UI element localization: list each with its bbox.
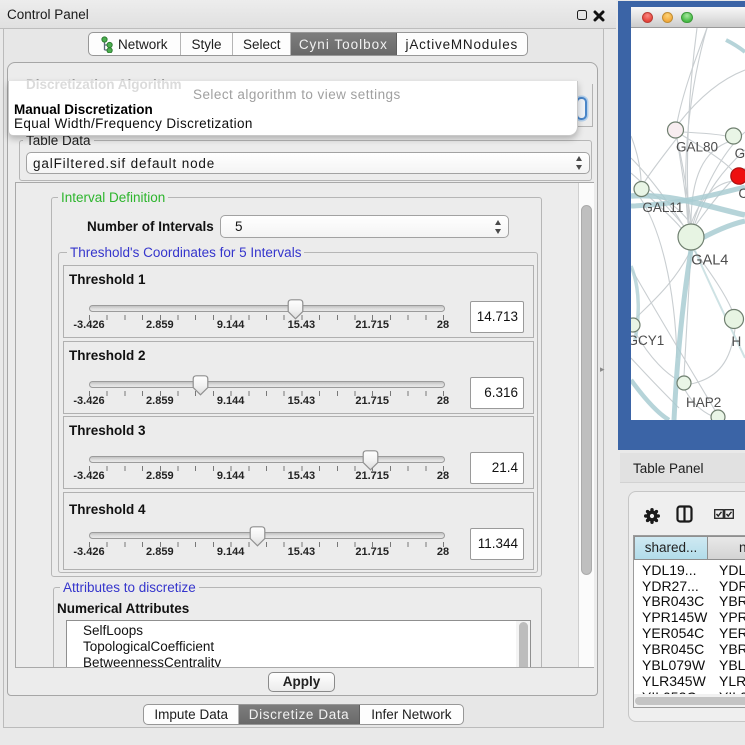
svg-text:GAL80: GAL80 — [676, 140, 718, 155]
svg-text:H: H — [732, 334, 742, 349]
svg-text:C: C — [738, 186, 745, 201]
svg-text:GCY1: GCY1 — [631, 333, 664, 348]
svg-text:GAL11: GAL11 — [642, 200, 683, 215]
svg-text:HAP2: HAP2 — [686, 395, 721, 410]
svg-text:GA: GA — [735, 146, 745, 161]
svg-text:GAL4: GAL4 — [691, 253, 728, 269]
